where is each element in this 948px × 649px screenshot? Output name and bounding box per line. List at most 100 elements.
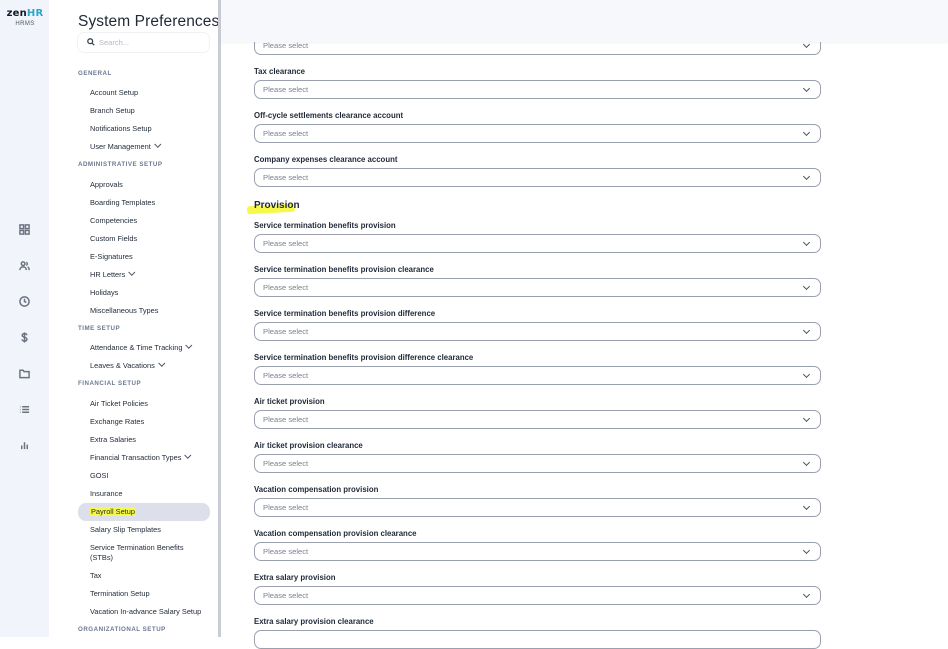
sidebar-item-custom-fields[interactable]: Custom Fields — [90, 234, 137, 243]
search-input[interactable] — [99, 35, 199, 49]
field-label: Air ticket provision — [254, 397, 325, 406]
field-label: Vacation compensation provision clearanc… — [254, 529, 417, 538]
sidebar-item-hr-letters[interactable]: HR Letters — [90, 268, 136, 279]
chart-icon[interactable] — [17, 438, 31, 452]
chevron-down-icon — [154, 140, 162, 148]
select-placeholder: Please select — [263, 547, 309, 556]
clock-icon[interactable] — [17, 294, 31, 308]
sidebar-item-label: User Management — [90, 142, 151, 151]
sidebar-item-vacation-salary-setup[interactable]: Vacation In-advance Salary Setup — [90, 607, 201, 616]
folder-icon[interactable] — [17, 366, 31, 380]
chevron-down-icon — [184, 451, 192, 459]
field-label: Service termination benefits provision — [254, 221, 396, 230]
chevron-down-icon — [802, 546, 811, 555]
select-vacation-compensation-provision[interactable]: Please select — [254, 498, 821, 517]
select-stb-provision-clearance[interactable]: Please select — [254, 278, 821, 297]
field-label: Extra salary provision — [254, 573, 336, 582]
chevron-down-icon — [802, 172, 811, 181]
chevron-down-icon — [185, 341, 193, 349]
sidebar-item-label: Attendance & Time Tracking — [90, 343, 183, 352]
page-title: System Preferences — [78, 13, 220, 30]
sidebar-item-miscellaneous-types[interactable]: Miscellaneous Types — [90, 306, 158, 315]
sidebar-item-extra-salaries[interactable]: Extra Salaries — [90, 435, 136, 444]
chevron-down-icon — [128, 268, 136, 276]
select-placeholder: Please select — [263, 591, 309, 600]
select-placeholder: Please select — [263, 415, 309, 424]
select-air-ticket-provision-clearance[interactable]: Please select — [254, 454, 821, 473]
sidebar-item-payroll-setup[interactable]: Payroll Setup — [90, 507, 136, 516]
app-logo[interactable]: zenHR HRMS — [6, 8, 44, 27]
select-extra-salary-provision[interactable]: Please select — [254, 586, 821, 605]
payroll-setup-form: Please select Tax clearance Please selec… — [221, 0, 948, 649]
sidebar-item-branch-setup[interactable]: Branch Setup — [90, 106, 135, 115]
chevron-down-icon — [802, 128, 811, 137]
search-box[interactable] — [78, 33, 209, 52]
select-vacation-compensation-provision-clearance[interactable]: Please select — [254, 542, 821, 561]
sidebar-item-competencies[interactable]: Competencies — [90, 216, 137, 225]
field-label: Extra salary provision clearance — [254, 617, 374, 626]
field-label: Off-cycle settlements clearance account — [254, 111, 404, 120]
select-stb-provision[interactable]: Please select — [254, 234, 821, 253]
section-title-provision: Provision — [254, 200, 300, 211]
sidebar-item-boarding-templates[interactable]: Boarding Templates — [90, 198, 155, 207]
section-financial-setup: FINANCIAL SETUP — [78, 380, 142, 387]
select-placeholder: Please select — [263, 85, 309, 94]
sidebar-item-termination-setup[interactable]: Termination Setup — [90, 589, 150, 598]
dollar-icon[interactable] — [17, 330, 31, 344]
sidebar-item-stbs[interactable]: Service Termination Benefits (STBs) — [90, 543, 200, 563]
sidebar-item-label: Payroll Setup — [90, 507, 136, 516]
select-placeholder: Please select — [263, 239, 309, 248]
sidebar-item-exchange-rates[interactable]: Exchange Rates — [90, 417, 144, 426]
sidebar-item-financial-transaction-types[interactable]: Financial Transaction Types — [90, 451, 192, 462]
sidebar-item-label: HR Letters — [90, 270, 126, 279]
select-placeholder: Please select — [263, 41, 309, 50]
select-placeholder: Please select — [263, 503, 309, 512]
section-administrative-setup: ADMINISTRATIVE SETUP — [78, 161, 163, 168]
dashboard-icon[interactable] — [17, 222, 31, 236]
chevron-down-icon — [802, 370, 811, 379]
chevron-down-icon — [802, 502, 811, 511]
sidebar-item-gosi[interactable]: GOSI — [90, 471, 108, 480]
select-off-cycle-settlements[interactable]: Please select — [254, 124, 821, 143]
sidebar-item-attendance[interactable]: Attendance & Time Tracking — [90, 341, 193, 352]
chevron-down-icon — [802, 458, 811, 467]
field-label: Air ticket provision clearance — [254, 441, 363, 450]
sidebar-item-e-signatures[interactable]: E-Signatures — [90, 252, 133, 261]
select-stb-provision-difference[interactable]: Please select — [254, 322, 821, 341]
sidebar-item-air-ticket-policies[interactable]: Air Ticket Policies — [90, 399, 148, 408]
chevron-down-icon — [802, 326, 811, 335]
chevron-down-icon — [158, 359, 166, 367]
select-placeholder: Please select — [263, 371, 309, 380]
select-placeholder: Please select — [263, 173, 309, 182]
field-label: Service termination benefits provision d… — [254, 353, 474, 362]
field-label: Service termination benefits provision d… — [254, 309, 436, 318]
sidebar-item-user-management[interactable]: User Management — [90, 140, 162, 151]
select-placeholder: Please select — [263, 283, 309, 292]
select-placeholder: Please select — [263, 129, 309, 138]
sidebar-item-insurance[interactable]: Insurance — [90, 489, 122, 498]
users-icon[interactable] — [17, 258, 31, 272]
select-air-ticket-provision[interactable]: Please select — [254, 410, 821, 429]
chevron-down-icon — [802, 84, 811, 93]
field-label: Service termination benefits provision c… — [254, 265, 434, 274]
list-icon[interactable] — [17, 402, 31, 416]
logo-wordmark: zenHR — [6, 8, 44, 19]
select-extra-salary-provision-clearance[interactable] — [254, 630, 821, 649]
sidebar-item-salary-slip-templates[interactable]: Salary Slip Templates — [90, 525, 161, 534]
sidebar-item-account-setup[interactable]: Account Setup — [90, 88, 138, 97]
chevron-down-icon — [802, 414, 811, 423]
section-organizational-setup: ORGANIZATIONAL SETUP — [78, 626, 166, 633]
top-bar — [221, 0, 948, 42]
search-icon — [87, 38, 95, 46]
sidebar-item-tax[interactable]: Tax — [90, 571, 102, 580]
sidebar-item-leaves[interactable]: Leaves & Vacations — [90, 359, 166, 370]
select-stb-provision-difference-clearance[interactable]: Please select — [254, 366, 821, 385]
sidebar-item-label: Financial Transaction Types — [90, 453, 182, 462]
sidebar-item-notifications-setup[interactable]: Notifications Setup — [90, 124, 152, 133]
select-company-expenses-clearance[interactable]: Please select — [254, 168, 821, 187]
sidebar-item-approvals[interactable]: Approvals — [90, 180, 123, 189]
sidebar-item-holidays[interactable]: Holidays — [90, 288, 118, 297]
icon-rail: zenHR HRMS — [0, 0, 49, 637]
select-tax-clearance[interactable]: Please select — [254, 80, 821, 99]
field-label: Tax clearance — [254, 67, 306, 76]
